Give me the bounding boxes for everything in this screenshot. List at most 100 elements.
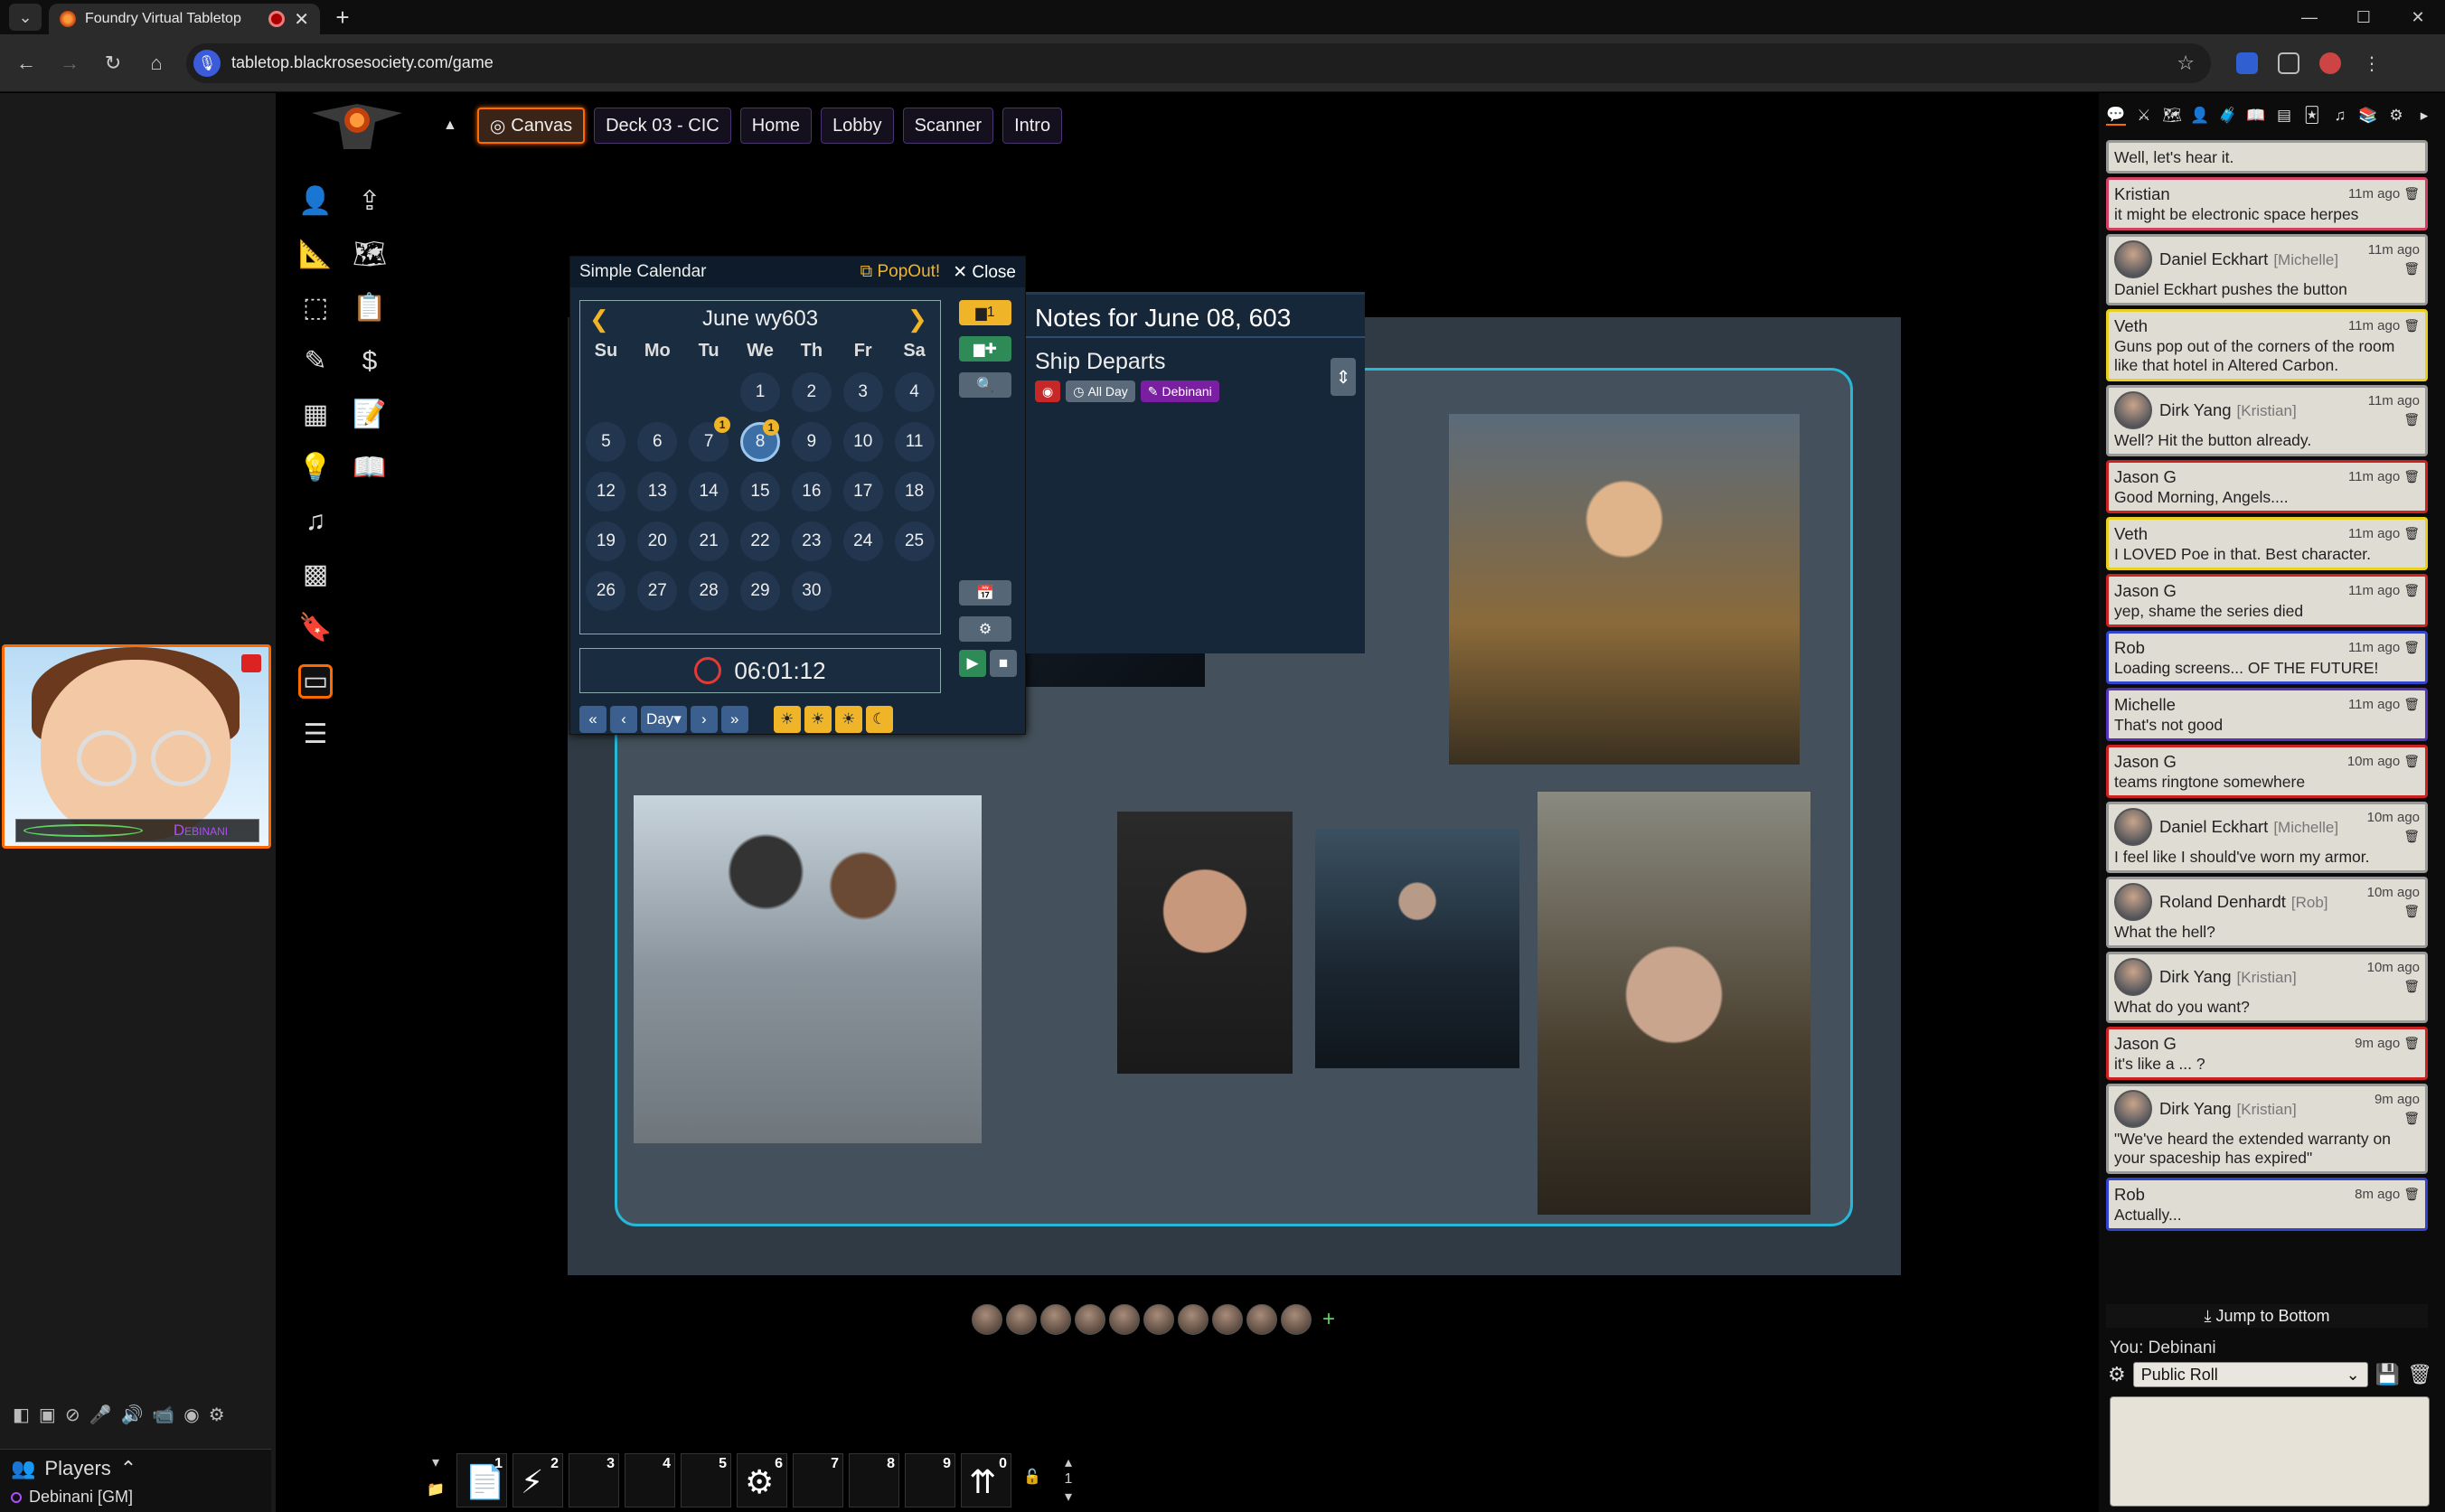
journal-icon[interactable]: 📖 xyxy=(353,451,387,485)
prev-month-icon[interactable]: ❮ xyxy=(589,305,613,333)
midday-icon[interactable]: ☀ xyxy=(804,706,832,733)
forward-icon[interactable]: › xyxy=(690,706,718,733)
hide-players-icon[interactable]: ⊘ xyxy=(65,1404,80,1426)
tab-journal-icon[interactable]: 📖 xyxy=(2246,106,2266,126)
scene-tab-lobby[interactable]: Lobby xyxy=(821,108,894,144)
player-token[interactable] xyxy=(972,1304,1002,1335)
delete-message-icon[interactable]: 🗑 xyxy=(2403,526,2420,540)
day-cell[interactable]: 24 xyxy=(842,521,883,561)
day-cell[interactable]: 4 xyxy=(894,372,935,412)
day-cell[interactable]: 21 xyxy=(689,521,729,561)
player-token[interactable] xyxy=(1040,1304,1071,1335)
day-cell[interactable]: 3 xyxy=(842,372,883,412)
day-cell[interactable]: 10 xyxy=(842,422,883,462)
scene-tab-scanner[interactable]: Scanner xyxy=(902,108,994,144)
day-cell[interactable]: 16 xyxy=(791,472,832,512)
delete-message-icon[interactable]: 🗑 xyxy=(2403,1109,2420,1128)
address-bar[interactable]: 🎙 tabletop.blackrosesociety.com/game ☆ xyxy=(186,42,2211,83)
day-cell[interactable]: 12 xyxy=(586,472,626,512)
players-header[interactable]: 👥 Players ⌃ xyxy=(0,1450,271,1488)
stop-icon[interactable]: ■ xyxy=(990,650,1017,677)
toggle-icon[interactable]: ◉ xyxy=(183,1404,199,1426)
microphone-icon[interactable]: 🎤 xyxy=(89,1404,112,1426)
sidebar-collapse-icon[interactable]: ▸ xyxy=(2414,106,2434,126)
hotbar-slot[interactable]: ⇈ 0 xyxy=(961,1453,1011,1507)
volume-icon[interactable]: 🔊 xyxy=(120,1404,143,1426)
drawing-pencil-icon[interactable]: ✎ xyxy=(298,344,333,379)
delete-message-icon[interactable]: 🗑 xyxy=(2403,754,2420,768)
calendar-settings-gear-icon[interactable]: ⚙ xyxy=(959,616,1011,642)
day-cell[interactable]: 71 xyxy=(689,417,731,462)
map-icon[interactable]: 🗺 xyxy=(353,238,387,272)
nav-collapse-icon[interactable]: ▲ xyxy=(443,117,457,134)
sunrise-icon[interactable]: ☀ xyxy=(773,706,801,733)
list-icon[interactable]: ☰ xyxy=(298,718,333,752)
player-token[interactable] xyxy=(1281,1304,1312,1335)
page-down-icon[interactable]: ▾ xyxy=(1053,1488,1084,1506)
popout-button[interactable]: ⧉ PopOut! xyxy=(860,262,941,282)
window-layer-icon[interactable]: ▭ xyxy=(298,663,333,699)
scene-tab-deck03[interactable]: Deck 03 - CIC xyxy=(594,108,731,144)
sound-music-icon[interactable]: ♫ xyxy=(298,504,333,539)
hotbar-slot[interactable]: 4 xyxy=(625,1453,675,1507)
tab-playlists-icon[interactable]: ♫ xyxy=(2330,106,2350,126)
tab-compendium-icon[interactable]: 📚 xyxy=(2358,106,2378,126)
scene-image-woman[interactable] xyxy=(1538,792,1810,1215)
browser-menu-icon[interactable]: ⋮ xyxy=(2361,52,2383,74)
delete-message-icon[interactable]: 🗑 xyxy=(2403,1036,2420,1050)
scene-tab-home[interactable]: Home xyxy=(739,108,813,144)
delete-message-icon[interactable]: 🗑 xyxy=(2403,410,2420,429)
chat-log[interactable]: Well, let's hear it. Kristian 11m ago 🗑 it m… xyxy=(2106,140,2428,1333)
day-cell[interactable]: 20 xyxy=(637,521,678,561)
walls-icon[interactable]: ▦ xyxy=(298,398,333,432)
day-cell[interactable]: 19 xyxy=(586,521,626,561)
token-controls-icon[interactable]: 👤 xyxy=(298,184,333,219)
delete-message-icon[interactable]: 🗑 xyxy=(2403,1187,2420,1201)
scene-image-pilot[interactable] xyxy=(1449,414,1800,765)
dice-d20-icon[interactable]: ⚙ xyxy=(2108,1363,2126,1386)
reorder-handle-icon[interactable]: ⇕ xyxy=(1331,358,1356,396)
tab-chat-icon[interactable]: 💬 xyxy=(2106,106,2126,126)
extension-shield-icon[interactable] xyxy=(2236,52,2258,74)
measure-ruler-icon[interactable]: 📐 xyxy=(298,238,333,272)
tab-tables-icon[interactable]: ▤ xyxy=(2274,106,2294,126)
tab-combat-icon[interactable]: ⚔ xyxy=(2134,106,2154,126)
export-save-icon[interactable]: 💾 xyxy=(2375,1363,2400,1386)
player-token[interactable] xyxy=(1246,1304,1277,1335)
foundry-logo-icon[interactable] xyxy=(312,104,402,155)
tiles-cubes-icon[interactable]: ⬚ xyxy=(298,291,333,325)
reload-icon[interactable]: ↻ xyxy=(96,46,130,80)
regions-checker-icon[interactable]: ▩ xyxy=(298,558,333,592)
browser-tab[interactable]: Foundry Virtual Tabletop ✕ xyxy=(49,4,320,34)
dollar-icon[interactable]: $ xyxy=(353,344,387,379)
time-unit-select[interactable]: Day ▾ xyxy=(641,706,687,733)
notes-count-button[interactable]: ▆ 1 xyxy=(959,300,1011,325)
maximize-icon[interactable]: ☐ xyxy=(2337,0,2391,34)
day-cell[interactable]: 27 xyxy=(637,571,678,611)
hotbar-collapse-icon[interactable]: ▾ xyxy=(420,1453,451,1471)
player-token[interactable] xyxy=(1143,1304,1174,1335)
chat-message-input[interactable] xyxy=(2110,1396,2430,1507)
delete-message-icon[interactable]: 🗑 xyxy=(2403,640,2420,654)
day-cell[interactable]: 1 xyxy=(739,372,780,412)
hotbar-slot[interactable]: ⚡ 2 xyxy=(513,1453,563,1507)
day-cell[interactable]: 9 xyxy=(791,422,832,462)
day-cell[interactable]: 26 xyxy=(586,571,626,611)
home-icon[interactable]: ⌂ xyxy=(139,46,174,80)
tab-settings-gear-icon[interactable]: ⚙ xyxy=(2386,106,2406,126)
day-cell[interactable]: 14 xyxy=(689,472,729,512)
player-token[interactable] xyxy=(1212,1304,1243,1335)
delete-message-icon[interactable]: 🗑 xyxy=(2403,977,2420,996)
extensions-puzzle-icon[interactable] xyxy=(2278,52,2299,74)
bookmark-star-icon[interactable]: ☆ xyxy=(2177,52,2195,75)
calendar-header[interactable]: Simple Calendar ⧉ PopOut! ✕ Close xyxy=(570,257,1025,287)
day-cell[interactable]: 81 xyxy=(739,419,780,462)
close-window-icon[interactable]: ✕ xyxy=(2391,0,2445,34)
tab-actors-icon[interactable]: 👤 xyxy=(2190,106,2210,126)
roll-mode-select[interactable]: Public Roll ⌄ xyxy=(2132,1362,2368,1387)
forward-fast-icon[interactable]: » xyxy=(720,706,748,733)
player-token[interactable] xyxy=(1075,1304,1105,1335)
delete-message-icon[interactable]: 🗑 xyxy=(2403,902,2420,921)
rewind-fast-icon[interactable]: « xyxy=(579,706,607,733)
upload-icon[interactable]: ⇪ xyxy=(353,184,387,219)
